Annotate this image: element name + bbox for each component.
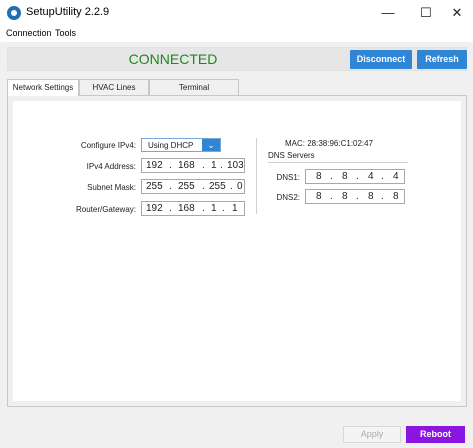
subnet-mask-label: Subnet Mask:: [87, 183, 136, 192]
tab-network-settings[interactable]: Network Settings: [7, 79, 79, 96]
subnet-octet-2: 255: [178, 181, 195, 192]
dns1-octet-2: 8: [342, 171, 348, 182]
menu-bar: Connection Tools: [0, 26, 473, 42]
menu-connection[interactable]: Connection: [6, 28, 52, 38]
dns1-octet-3: 4: [368, 171, 374, 182]
app-logo-icon: [7, 6, 21, 20]
subnet-octet-3: 255: [209, 181, 226, 192]
configure-ipv4-label: Configure IPv4:: [80, 141, 136, 150]
tab-hvac-lines[interactable]: HVAC Lines: [79, 79, 149, 95]
router-octet-3: 1: [211, 203, 217, 214]
dns2-octet-4: 8: [393, 191, 399, 202]
reboot-button[interactable]: Reboot: [406, 426, 465, 443]
close-button[interactable]: ✕: [440, 0, 473, 26]
dns2-label: DNS2:: [276, 193, 300, 202]
dns-servers-heading: DNS Servers: [268, 151, 315, 160]
minimize-button[interactable]: —: [371, 0, 405, 26]
subnet-octet-4: 0: [237, 181, 243, 192]
apply-button[interactable]: Apply: [343, 426, 401, 443]
mac-address: MAC: 28:38:96:C1:02:47: [285, 139, 374, 148]
router-octet-1: 192: [146, 203, 163, 214]
configure-ipv4-value: Using DHCP: [148, 141, 194, 150]
bottom-action-bar: [0, 418, 473, 448]
refresh-button[interactable]: Refresh: [417, 50, 467, 69]
ipv4-octet-4: 103: [227, 160, 244, 171]
dns1-octet-4: 4: [393, 171, 399, 182]
ipv4-octet-1: 192: [146, 160, 163, 171]
ipv4-address-label: IPv4 Address:: [86, 162, 136, 171]
connection-status-text: CONNECTED: [128, 51, 218, 67]
dns1-field[interactable]: 8 . 8 . 4 . 4: [305, 169, 405, 184]
configure-ipv4-select[interactable]: Using DHCP ⌄: [141, 138, 221, 152]
connection-status-bar: CONNECTED Disconnect Refresh: [7, 47, 467, 71]
dns2-octet-3: 8: [368, 191, 374, 202]
router-octet-4: 1: [232, 203, 238, 214]
maximize-button[interactable]: ☐: [409, 0, 443, 26]
ipv4-address-field[interactable]: 192 . 168 . 1 . 103: [141, 158, 245, 173]
router-octet-2: 168: [178, 203, 195, 214]
chevron-down-icon[interactable]: ⌄: [202, 139, 220, 151]
dns1-label: DNS1:: [276, 173, 300, 182]
subnet-octet-1: 255: [146, 181, 163, 192]
router-gateway-label: Router/Gateway:: [75, 205, 136, 214]
dns2-octet-1: 8: [316, 191, 322, 202]
tab-terminal[interactable]: Terminal: [149, 79, 239, 95]
dns2-field[interactable]: 8 . 8 . 8 . 8: [305, 189, 405, 204]
ipv4-octet-2: 168: [178, 160, 195, 171]
menu-tools[interactable]: Tools: [55, 28, 76, 38]
dns-heading-divider: [268, 162, 408, 163]
router-gateway-field[interactable]: 192 . 168 . 1 . 1: [141, 201, 245, 216]
ipv4-octet-3: 1: [211, 160, 217, 171]
dns2-octet-2: 8: [342, 191, 348, 202]
disconnect-button[interactable]: Disconnect: [350, 50, 412, 69]
window-title: SetupUtility 2.2.9: [26, 6, 110, 18]
title-bar: SetupUtility 2.2.9 — ☐ ✕: [0, 0, 473, 26]
dns1-octet-1: 8: [316, 171, 322, 182]
